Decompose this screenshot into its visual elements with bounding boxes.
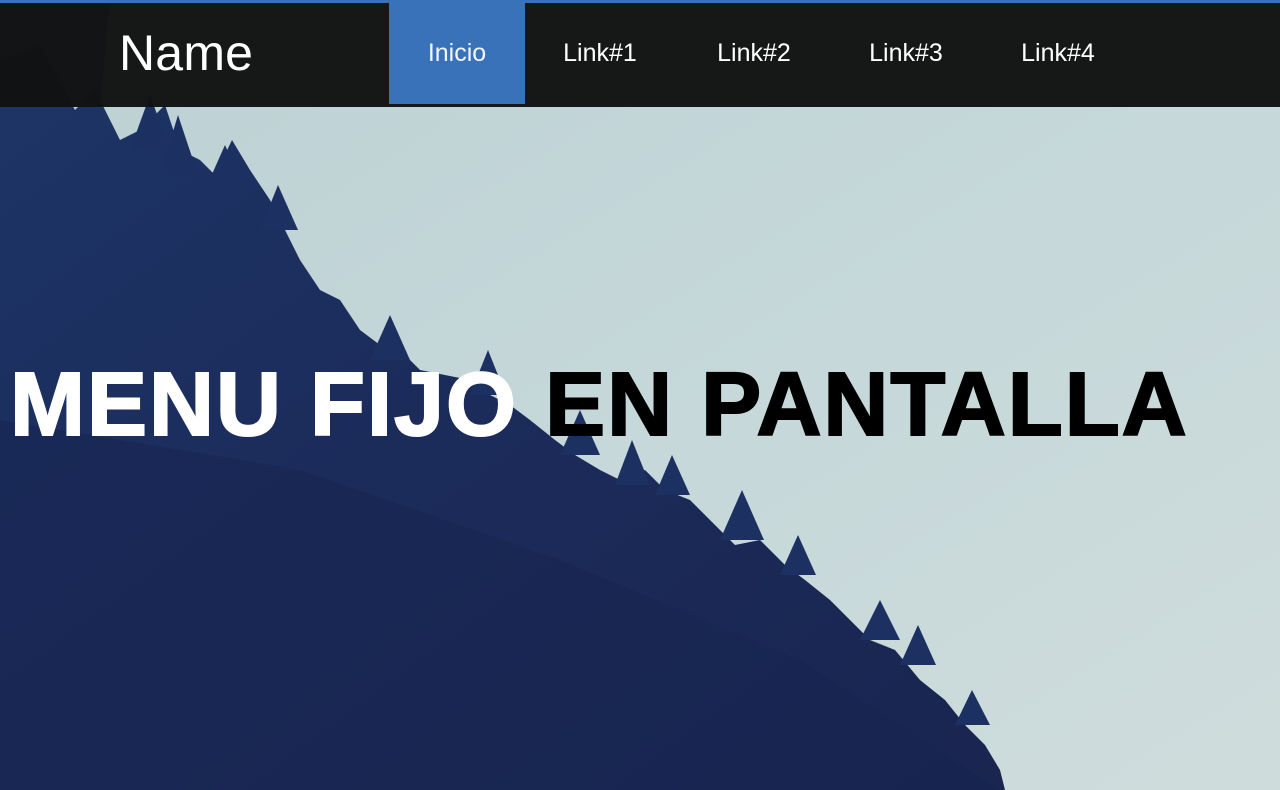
- page: Name Inicio Link#1 Link#2 Link#3 Link#4 …: [0, 0, 1280, 790]
- hero-title: MENU FIJO EN PANTALLA: [9, 359, 1189, 451]
- top-accent-line: [0, 0, 1280, 3]
- nav-link-2[interactable]: Link#2: [693, 3, 815, 104]
- navbar: Name Inicio Link#1 Link#2 Link#3 Link#4: [0, 3, 1280, 107]
- hero-title-part2: EN PANTALLA: [544, 355, 1189, 455]
- nav-link-inicio[interactable]: Inicio: [389, 3, 525, 104]
- nav-link-4[interactable]: Link#4: [998, 3, 1118, 104]
- nav-link-3[interactable]: Link#3: [846, 3, 966, 104]
- brand-logo-link[interactable]: Name: [119, 25, 253, 81]
- hero-title-part1: MENU FIJO: [9, 355, 519, 455]
- nav-link-1[interactable]: Link#1: [540, 3, 660, 104]
